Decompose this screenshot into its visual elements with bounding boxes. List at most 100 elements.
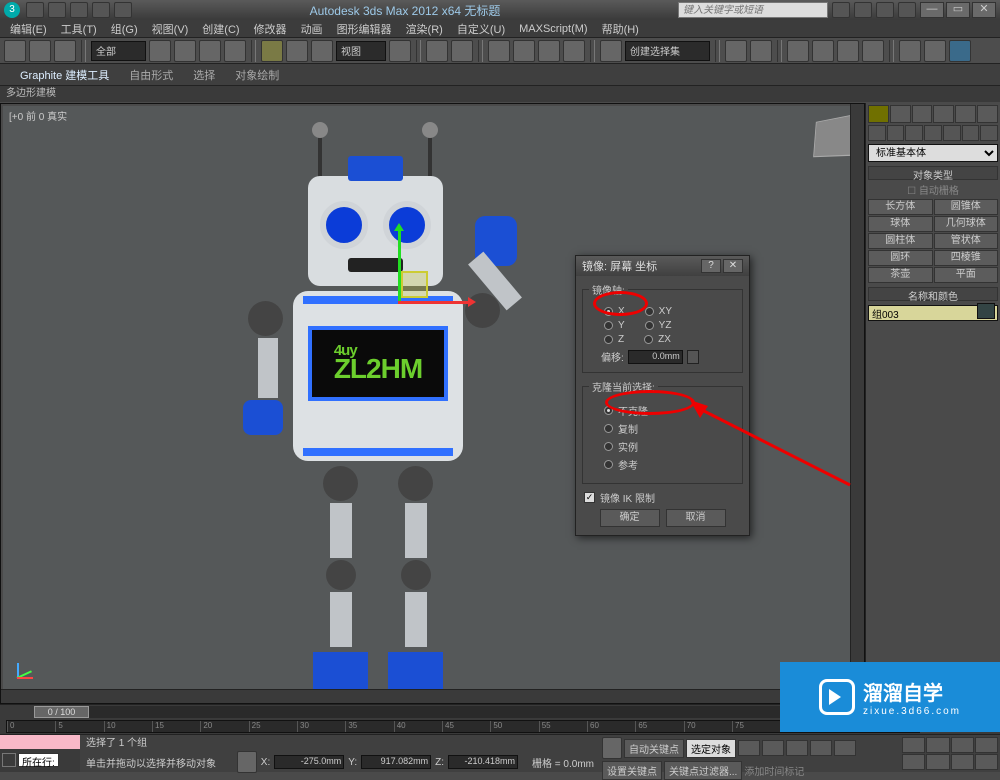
goto-start-icon[interactable] <box>738 740 760 756</box>
autogrid-checkbox[interactable]: ☐ 自动栅格 <box>868 182 998 197</box>
axis-z-radio[interactable]: Z <box>604 334 624 345</box>
ribbon-panel-polymodel[interactable]: 多边形建模 <box>0 86 1000 102</box>
dialog-close-button[interactable]: ✕ <box>723 259 743 273</box>
clone-instance-radio[interactable]: 实例 <box>604 439 638 454</box>
zoom-extents-all-icon[interactable] <box>975 737 998 753</box>
viewport-label[interactable]: [+0 前 0 真实 <box>9 108 67 123</box>
minimize-button[interactable]: — <box>920 2 944 18</box>
next-frame-icon[interactable] <box>810 740 832 756</box>
prim-torus-button[interactable]: 圆环 <box>868 250 933 266</box>
ribbon-tab-paint[interactable]: 对象绘制 <box>235 67 279 83</box>
scale-icon[interactable] <box>311 40 333 62</box>
cameras-category-icon[interactable] <box>924 125 942 141</box>
prim-cone-button[interactable]: 圆锥体 <box>934 199 999 215</box>
viewport-scrollbar-v[interactable] <box>850 104 864 689</box>
coord-x-input[interactable]: -275.0mm <box>274 755 344 769</box>
help-icon[interactable] <box>898 2 916 18</box>
comm-center-icon[interactable] <box>854 2 872 18</box>
prim-sphere-button[interactable]: 球体 <box>868 216 933 232</box>
selected-dropdown[interactable]: 选定对象 <box>686 739 736 758</box>
prev-frame-icon[interactable] <box>762 740 784 756</box>
spinner-snap-icon[interactable] <box>563 40 585 62</box>
material-editor-icon[interactable] <box>862 40 884 62</box>
orbit-icon[interactable] <box>951 754 974 770</box>
move-icon[interactable] <box>261 40 283 62</box>
cancel-button[interactable]: 取消 <box>666 509 726 527</box>
zoom-all-icon[interactable] <box>926 737 949 753</box>
systems-category-icon[interactable] <box>980 125 998 141</box>
clone-copy-radio[interactable]: 复制 <box>604 421 638 436</box>
dialog-help-button[interactable]: ? <box>701 259 721 273</box>
rollout-namecolor[interactable]: 名称和颜色 <box>868 287 998 301</box>
prim-pyramid-button[interactable]: 四棱锥 <box>934 250 999 266</box>
axis-xy-radio[interactable]: XY <box>645 306 672 317</box>
rendered-frame-icon[interactable] <box>924 40 946 62</box>
schematic-view-icon[interactable] <box>837 40 859 62</box>
bind-spacewarp-icon[interactable] <box>54 40 76 62</box>
lights-category-icon[interactable] <box>905 125 923 141</box>
render-setup-icon[interactable] <box>899 40 921 62</box>
geometry-category-icon[interactable] <box>868 125 886 141</box>
display-tab-icon[interactable] <box>955 105 976 123</box>
axis-x-radio[interactable]: X <box>604 306 625 317</box>
abs-rel-toggle-icon[interactable] <box>237 751 257 773</box>
menu-maxscript[interactable]: MAXScript(M) <box>513 23 593 35</box>
viewport-scrollbar-h[interactable] <box>1 689 850 703</box>
ribbon-tab-freeform[interactable]: 自由形式 <box>129 67 173 83</box>
spinner-buttons[interactable] <box>687 350 699 364</box>
mirror-icon[interactable] <box>725 40 747 62</box>
unlink-icon[interactable] <box>29 40 51 62</box>
offset-spinner[interactable]: 0.0mm <box>628 350 683 364</box>
time-slider-thumb[interactable]: 0 / 100 <box>34 706 89 718</box>
helpers-category-icon[interactable] <box>943 125 961 141</box>
prim-plane-button[interactable]: 平面 <box>934 267 999 283</box>
axis-zx-radio[interactable]: ZX <box>644 334 671 345</box>
link-icon[interactable] <box>4 40 26 62</box>
clone-none-radio[interactable]: 不克隆 <box>604 403 648 418</box>
add-time-tag[interactable]: 添加时间标记 <box>744 763 804 778</box>
coord-z-input[interactable]: -210.418mm <box>448 755 518 769</box>
hierarchy-tab-icon[interactable] <box>912 105 933 123</box>
max-toggle-icon[interactable] <box>975 754 998 770</box>
percent-snap-icon[interactable] <box>538 40 560 62</box>
zoom-icon[interactable] <box>902 737 925 753</box>
create-tab-icon[interactable] <box>868 105 889 123</box>
angle-snap-icon[interactable] <box>513 40 535 62</box>
ok-button[interactable]: 确定 <box>600 509 660 527</box>
ribbon-tab-selection[interactable]: 选择 <box>193 67 215 83</box>
category-dropdown[interactable]: 标准基本体 <box>868 144 998 162</box>
named-selection-edit-icon[interactable] <box>600 40 622 62</box>
axis-y-radio[interactable]: Y <box>604 320 625 331</box>
selection-filter-dropdown[interactable]: 全部 <box>91 41 146 61</box>
window-crossing-icon[interactable] <box>224 40 246 62</box>
qat-redo-icon[interactable] <box>92 2 110 18</box>
qat-more-icon[interactable] <box>114 2 132 18</box>
search-icon[interactable] <box>832 2 850 18</box>
ref-coord-dropdown[interactable]: 视图 <box>336 41 386 61</box>
zoom-extents-icon[interactable] <box>951 737 974 753</box>
align-icon[interactable] <box>750 40 772 62</box>
mirror-ik-checkbox[interactable]: ✓镜像 IK 限制 <box>584 490 741 505</box>
set-key-icon[interactable] <box>602 737 622 759</box>
menu-rendering[interactable]: 渲染(R) <box>400 21 449 37</box>
prim-cylinder-button[interactable]: 圆柱体 <box>868 233 933 249</box>
coord-y-input[interactable]: 917.082mm <box>361 755 431 769</box>
menu-animation[interactable]: 动画 <box>295 21 329 37</box>
help-search-input[interactable] <box>678 2 828 18</box>
viewcube[interactable] <box>813 115 854 157</box>
setkey-button[interactable]: 设置关键点 <box>602 761 662 780</box>
pivot-center-icon[interactable] <box>389 40 411 62</box>
select-name-icon[interactable] <box>174 40 196 62</box>
spacewarps-category-icon[interactable] <box>962 125 980 141</box>
select-object-icon[interactable] <box>149 40 171 62</box>
prim-box-button[interactable]: 长方体 <box>868 199 933 215</box>
select-region-icon[interactable] <box>199 40 221 62</box>
autokey-button[interactable]: 自动关键点 <box>624 739 684 758</box>
keyfilters-button[interactable]: 关键点过滤器... <box>664 761 742 780</box>
render-production-icon[interactable] <box>949 40 971 62</box>
utilities-tab-icon[interactable] <box>977 105 998 123</box>
layers-icon[interactable] <box>787 40 809 62</box>
selection-lock-icon[interactable] <box>2 753 16 767</box>
named-selection-dropdown[interactable]: 创建选择集 <box>625 41 710 61</box>
qat-open-icon[interactable] <box>26 2 44 18</box>
